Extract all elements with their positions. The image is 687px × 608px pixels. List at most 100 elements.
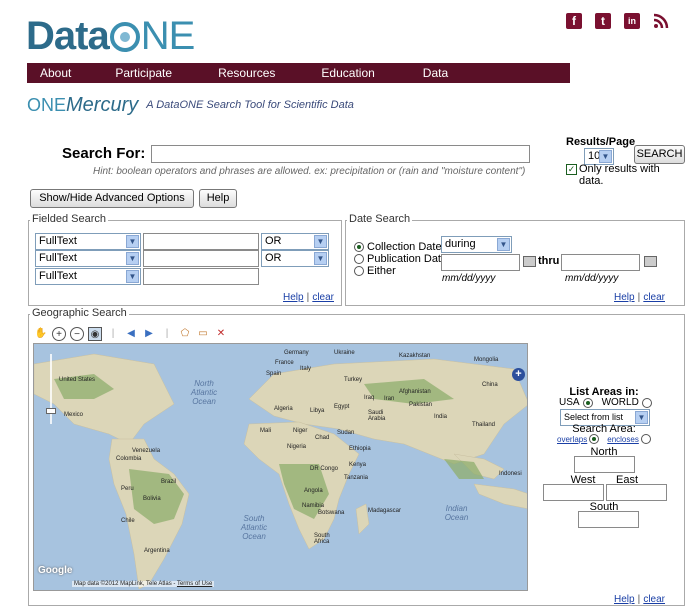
field-select-1[interactable]: FullText ▼ — [35, 233, 141, 250]
radio-collection-date[interactable] — [354, 242, 364, 252]
date-from-input[interactable] — [441, 254, 520, 271]
field-term-input-3[interactable] — [143, 268, 259, 285]
only-results-checkbox[interactable]: ✓ — [566, 164, 577, 175]
date-to-input[interactable] — [561, 254, 640, 271]
east-input[interactable] — [606, 484, 667, 501]
draw-box-icon[interactable]: ▭ — [196, 327, 210, 341]
tumblr-icon[interactable]: t — [595, 13, 611, 29]
map-label: Mongolia — [474, 357, 499, 363]
attribution-text: Map data ©2012 MapLink, Tele Atlas - — [74, 581, 177, 587]
operator-value: OR — [265, 235, 282, 247]
map-label: Spain — [266, 371, 282, 377]
zoom-extent-icon[interactable]: ◉ — [88, 327, 102, 341]
calendar-from-icon[interactable] — [523, 256, 536, 267]
map-label: Chile — [121, 518, 135, 524]
date-mode-value: during — [445, 238, 476, 250]
field-select-3[interactable]: FullText ▼ — [35, 268, 141, 285]
separator: | — [111, 328, 115, 339]
geographic-search-legend: Geographic Search — [30, 307, 129, 319]
map-label: Kenya — [349, 462, 367, 468]
date-help-link[interactable]: Help — [614, 292, 635, 303]
nav-resources[interactable]: Resources — [172, 63, 275, 83]
delete-shape-icon[interactable]: ✕ — [214, 327, 228, 341]
forward-arrow-icon[interactable]: ▶ — [142, 327, 156, 341]
map-zoom-plus-icon[interactable]: + — [512, 368, 525, 381]
date-option-either[interactable]: Either — [354, 265, 396, 277]
rss-icon[interactable] — [653, 13, 669, 29]
geo-clear-link[interactable]: clear — [643, 594, 665, 605]
map-label: Turkey — [344, 377, 363, 383]
field-select-2[interactable]: FullText ▼ — [35, 250, 141, 267]
date-option-collection[interactable]: Collection Date — [354, 241, 442, 253]
nav-about[interactable]: About — [27, 63, 71, 83]
facebook-icon[interactable]: f — [566, 13, 582, 29]
results-per-page-label: Results/Page — [566, 136, 636, 148]
zoom-out-icon[interactable]: − — [70, 327, 84, 341]
back-arrow-icon[interactable]: ◀ — [124, 327, 138, 341]
radio-overlaps[interactable] — [589, 434, 600, 444]
map-label: France — [275, 360, 294, 366]
north-input[interactable] — [574, 456, 635, 473]
zoom-slider-handle[interactable] — [46, 408, 56, 414]
map-label: Iraq — [364, 395, 375, 401]
fielded-help-link[interactable]: Help — [283, 292, 304, 303]
west-input[interactable] — [543, 484, 604, 501]
radio-world[interactable] — [641, 397, 652, 408]
map-label: Bolivia — [143, 496, 161, 502]
date-option-publication[interactable]: Publication Date — [354, 253, 447, 265]
geo-help-link[interactable]: Help — [614, 594, 635, 605]
map-label: Thailand — [472, 422, 496, 428]
overlaps-label: overlaps — [557, 434, 588, 444]
chevron-down-icon: ▼ — [599, 150, 612, 163]
date-mode-select[interactable]: during ▼ — [441, 236, 512, 253]
chevron-down-icon: ▼ — [497, 238, 510, 251]
nav-education[interactable]: Education — [275, 63, 374, 83]
search-input[interactable] — [151, 145, 530, 163]
map-label: Argentina — [144, 548, 170, 554]
logo-text-one: NE — [140, 14, 196, 58]
help-button[interactable]: Help — [199, 189, 237, 208]
map-label: Indonesi — [499, 471, 522, 477]
map-label: Libya — [310, 408, 325, 414]
radio-usa[interactable] — [582, 397, 593, 408]
dataone-logo[interactable]: Data NE — [26, 14, 196, 58]
chevron-down-icon: ▼ — [314, 235, 327, 248]
main-nav: About Participate Resources Education Da… — [27, 63, 570, 83]
map-label: Namibia — [302, 503, 325, 509]
fielded-clear-link[interactable]: clear — [312, 292, 334, 303]
world-label: WORLD — [601, 397, 639, 408]
nav-data[interactable]: Data — [375, 63, 448, 83]
operator-select-1[interactable]: OR ▼ — [261, 233, 329, 250]
pan-hand-icon[interactable]: ✋ — [34, 327, 48, 341]
date-clear-link[interactable]: clear — [643, 292, 665, 303]
zoom-in-icon[interactable]: + — [52, 327, 66, 341]
radio-encloses[interactable] — [640, 434, 651, 444]
linkedin-icon[interactable]: in — [624, 13, 640, 29]
map-label: Egypt — [334, 404, 350, 410]
map-label: South Africa — [314, 533, 330, 545]
operator-select-2[interactable]: OR ▼ — [261, 250, 329, 267]
date-to-format: mm/dd/yyyy — [565, 273, 619, 284]
field-term-input-1[interactable] — [143, 233, 259, 250]
usa-label: USA — [559, 397, 580, 408]
field-term-input-2[interactable] — [143, 250, 259, 267]
fielded-search-legend: Fielded Search — [30, 213, 108, 225]
terms-of-use-link[interactable]: Terms of Use — [177, 581, 212, 587]
calendar-to-icon[interactable] — [644, 256, 657, 267]
south-input[interactable] — [578, 511, 639, 528]
draw-polygon-icon[interactable]: ⬠ — [178, 327, 192, 341]
onemercury-logo: ONE Mercury A DataONE Search Tool for Sc… — [27, 92, 354, 118]
radio-either[interactable] — [354, 266, 364, 276]
search-button[interactable]: SEARCH — [634, 145, 685, 164]
encloses-label: encloses — [607, 434, 639, 444]
google-logo: Google — [38, 565, 73, 576]
radio-publication-date[interactable] — [354, 254, 364, 264]
advanced-options-button[interactable]: Show/Hide Advanced Options — [30, 189, 194, 208]
field-select-value: FullText — [39, 270, 77, 282]
world-map[interactable]: + Germany Ukraine Kazakhstan Mongolia Fr… — [33, 343, 528, 591]
thru-label: thru — [538, 255, 560, 267]
ocean-label: South Atlantic Ocean — [240, 514, 268, 541]
nav-participate[interactable]: Participate — [71, 63, 172, 83]
publication-date-label: Publication Date — [367, 253, 448, 265]
map-label: Venezuela — [132, 448, 161, 454]
